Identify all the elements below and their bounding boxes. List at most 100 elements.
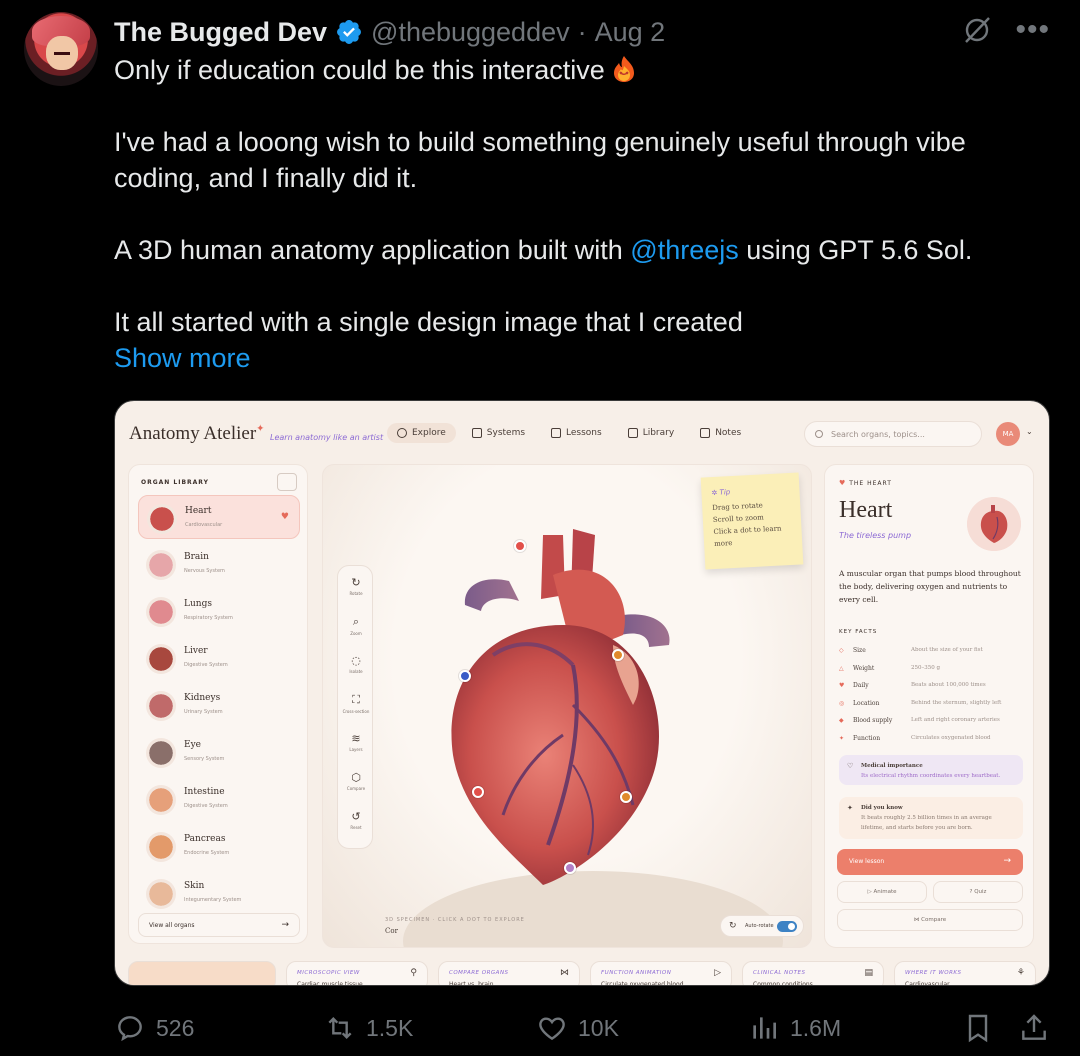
strip-card-3[interactable]: FUNCTION ANIMATION Circulate oxygenated b… bbox=[590, 961, 732, 985]
organ-system: Cardiovascular bbox=[185, 522, 223, 528]
fact-icon: ♥ bbox=[839, 682, 845, 689]
show-more-link[interactable]: Show more bbox=[114, 340, 1034, 376]
author-name[interactable]: The Bugged Dev bbox=[114, 17, 327, 48]
tool-zoom[interactable]: ⌕ Zoom bbox=[338, 615, 374, 636]
hotspot-apex[interactable] bbox=[564, 862, 576, 874]
like-button[interactable]: 10K bbox=[536, 1012, 619, 1044]
views-button[interactable]: 1.6M bbox=[748, 1012, 841, 1044]
bookmark-icon[interactable] bbox=[277, 473, 297, 491]
strip-card-5[interactable]: WHERE IT WORKS Cardiovascular ⚘ bbox=[894, 961, 1036, 985]
nav-systems[interactable]: Systems bbox=[462, 423, 535, 443]
organ-item-pancreas[interactable]: Pancreas Endocrine System bbox=[138, 824, 300, 868]
organ-name: Lungs bbox=[184, 599, 212, 609]
bookmark-button[interactable] bbox=[962, 1012, 994, 1044]
chevron-down-icon[interactable]: ⌄ bbox=[1026, 427, 1033, 436]
toggle-switch[interactable] bbox=[777, 921, 797, 932]
organ-item-skin[interactable]: Skin Integumentary System bbox=[138, 871, 300, 915]
auto-rotate-toggle[interactable]: ↻ Auto-rotate bbox=[720, 915, 804, 937]
hotspot-vena-cava[interactable] bbox=[459, 670, 471, 682]
tool-cross-section[interactable]: ⛶ Cross-section bbox=[338, 693, 374, 714]
more-icon[interactable]: ••• bbox=[1015, 15, 1050, 45]
fact-label: Location bbox=[853, 699, 880, 707]
zoom-icon: ⌕ bbox=[352, 615, 360, 628]
view-all-organs-button[interactable]: View all organs → bbox=[138, 913, 300, 937]
share-icon bbox=[1022, 1014, 1046, 1040]
specimen-name: Cor bbox=[385, 927, 398, 935]
strip-card-icon: ⚲ bbox=[410, 968, 417, 978]
organ-name: Pancreas bbox=[184, 834, 226, 844]
bookmark-icon bbox=[968, 1014, 988, 1043]
organ-item-eye[interactable]: Eye Sensory System bbox=[138, 730, 300, 774]
tool-reset[interactable]: ↺ Reset bbox=[338, 810, 374, 830]
hotspot-aorta[interactable] bbox=[514, 540, 526, 552]
fire-emoji-icon bbox=[613, 56, 634, 82]
nav-explore[interactable]: Explore bbox=[387, 423, 456, 443]
3d-viewport[interactable]: ↻ Rotate ⌕ Zoom ◌ Isolate ⛶ Cross-section ≋ L… bbox=[322, 464, 812, 948]
organ-system: Endocrine System bbox=[184, 850, 230, 856]
key-facts-title: KEY FACTS bbox=[839, 629, 878, 635]
reply-button[interactable]: 526 bbox=[114, 1012, 194, 1044]
stethoscope-icon: ♡ bbox=[847, 762, 854, 770]
organ-item-kidneys[interactable]: Kidneys Urinary System bbox=[138, 683, 300, 727]
organ-name: Liver bbox=[184, 646, 208, 656]
fact-value: Left and right coronary arteries bbox=[911, 717, 1000, 723]
media-image[interactable]: Anatomy Atelier✦ Learn anatomy like an a… bbox=[114, 400, 1050, 986]
fact-label: Function bbox=[853, 734, 881, 742]
hotspot-right-ventricle[interactable] bbox=[472, 786, 484, 798]
strip-card-value: Cardiac muscle tissue bbox=[297, 981, 363, 986]
organ-item-brain[interactable]: Brain Nervous System bbox=[138, 542, 300, 586]
organ-name: Skin bbox=[184, 881, 205, 891]
repost-button[interactable]: 1.5K bbox=[324, 1012, 413, 1044]
organ-item-intestine[interactable]: Intestine Digestive System bbox=[138, 777, 300, 821]
strip-card-1[interactable]: MICROSCOPIC VIEW Cardiac muscle tissue ⚲ bbox=[286, 961, 428, 986]
app-nav: Explore Systems Lessons Library Notes bbox=[387, 423, 751, 443]
fact-value: About the size of your fist bbox=[911, 647, 983, 653]
compass-icon bbox=[397, 428, 407, 438]
strip-card-value: Common conditions bbox=[753, 981, 813, 986]
strip-card-placeholder bbox=[128, 961, 276, 985]
tool-rotate[interactable]: ↻ Rotate bbox=[338, 576, 374, 596]
nav-library[interactable]: Library bbox=[618, 423, 684, 443]
hotspot-left-ventricle[interactable] bbox=[620, 791, 632, 803]
organ-item-heart[interactable]: Heart Cardiovascular ♥ bbox=[138, 495, 300, 539]
strip-card-2[interactable]: COMPARE ORGANS Heart vs. brain ⋈ bbox=[438, 961, 580, 985]
hotspot-left-atrium[interactable] bbox=[612, 649, 624, 661]
app-search-input[interactable]: Search organs, topics... bbox=[804, 421, 982, 447]
tool-layers[interactable]: ≋ Layers bbox=[338, 732, 374, 752]
organ-item-liver[interactable]: Liver Digestive System bbox=[138, 636, 300, 680]
fact-icon: ◎ bbox=[839, 699, 845, 707]
strip-card-4[interactable]: CLINICAL NOTES Common conditions ▤ bbox=[742, 961, 884, 986]
organ-item-lungs[interactable]: Lungs Respiratory System bbox=[138, 589, 300, 633]
tip-sticky-note: ✲ Tip Drag to rotate Scroll to zoom Clic… bbox=[700, 472, 804, 570]
arrow-right-icon: → bbox=[281, 920, 289, 930]
share-button[interactable] bbox=[1018, 1012, 1050, 1044]
nav-notes[interactable]: Notes bbox=[690, 423, 751, 443]
arrow-right-icon: → bbox=[1003, 856, 1011, 866]
view-lesson-button[interactable]: View lesson → bbox=[837, 849, 1023, 875]
compare-button[interactable]: ⋈ Compare bbox=[837, 909, 1023, 931]
like-count: 10K bbox=[578, 1014, 619, 1041]
tool-isolate[interactable]: ◌ Isolate bbox=[338, 654, 374, 674]
strip-card-title: COMPARE ORGANS bbox=[449, 970, 509, 976]
nav-lessons[interactable]: Lessons bbox=[541, 423, 612, 443]
mention-threejs[interactable]: @threejs bbox=[630, 235, 738, 265]
notes-icon bbox=[700, 428, 711, 438]
tool-compare[interactable]: ⬡ Compare bbox=[338, 771, 374, 791]
help-icon: ? bbox=[969, 889, 973, 895]
quiz-button[interactable]: ? Quiz bbox=[933, 881, 1023, 903]
animate-button[interactable]: ▷ Animate bbox=[837, 881, 927, 903]
author-handle[interactable]: @thebuggeddev bbox=[371, 17, 570, 48]
tweet-line-4: It all started with a single design imag… bbox=[114, 307, 743, 337]
fact-icon: ✦ bbox=[839, 734, 845, 742]
author-avatar[interactable] bbox=[24, 12, 98, 86]
verified-badge-icon bbox=[337, 20, 361, 44]
user-avatar[interactable]: MA bbox=[996, 422, 1020, 446]
fact-icon: ◇ bbox=[839, 647, 844, 654]
tweet-date[interactable]: Aug 2 bbox=[595, 17, 666, 48]
grok-icon[interactable] bbox=[961, 14, 993, 46]
tweet-line-2: I've had a looong wish to build somethin… bbox=[114, 127, 966, 193]
organ-system: Digestive System bbox=[184, 662, 228, 668]
heart-3d-model[interactable] bbox=[423, 515, 703, 895]
favorite-heart-icon[interactable]: ♥ bbox=[281, 512, 289, 522]
views-count: 1.6M bbox=[790, 1014, 842, 1041]
